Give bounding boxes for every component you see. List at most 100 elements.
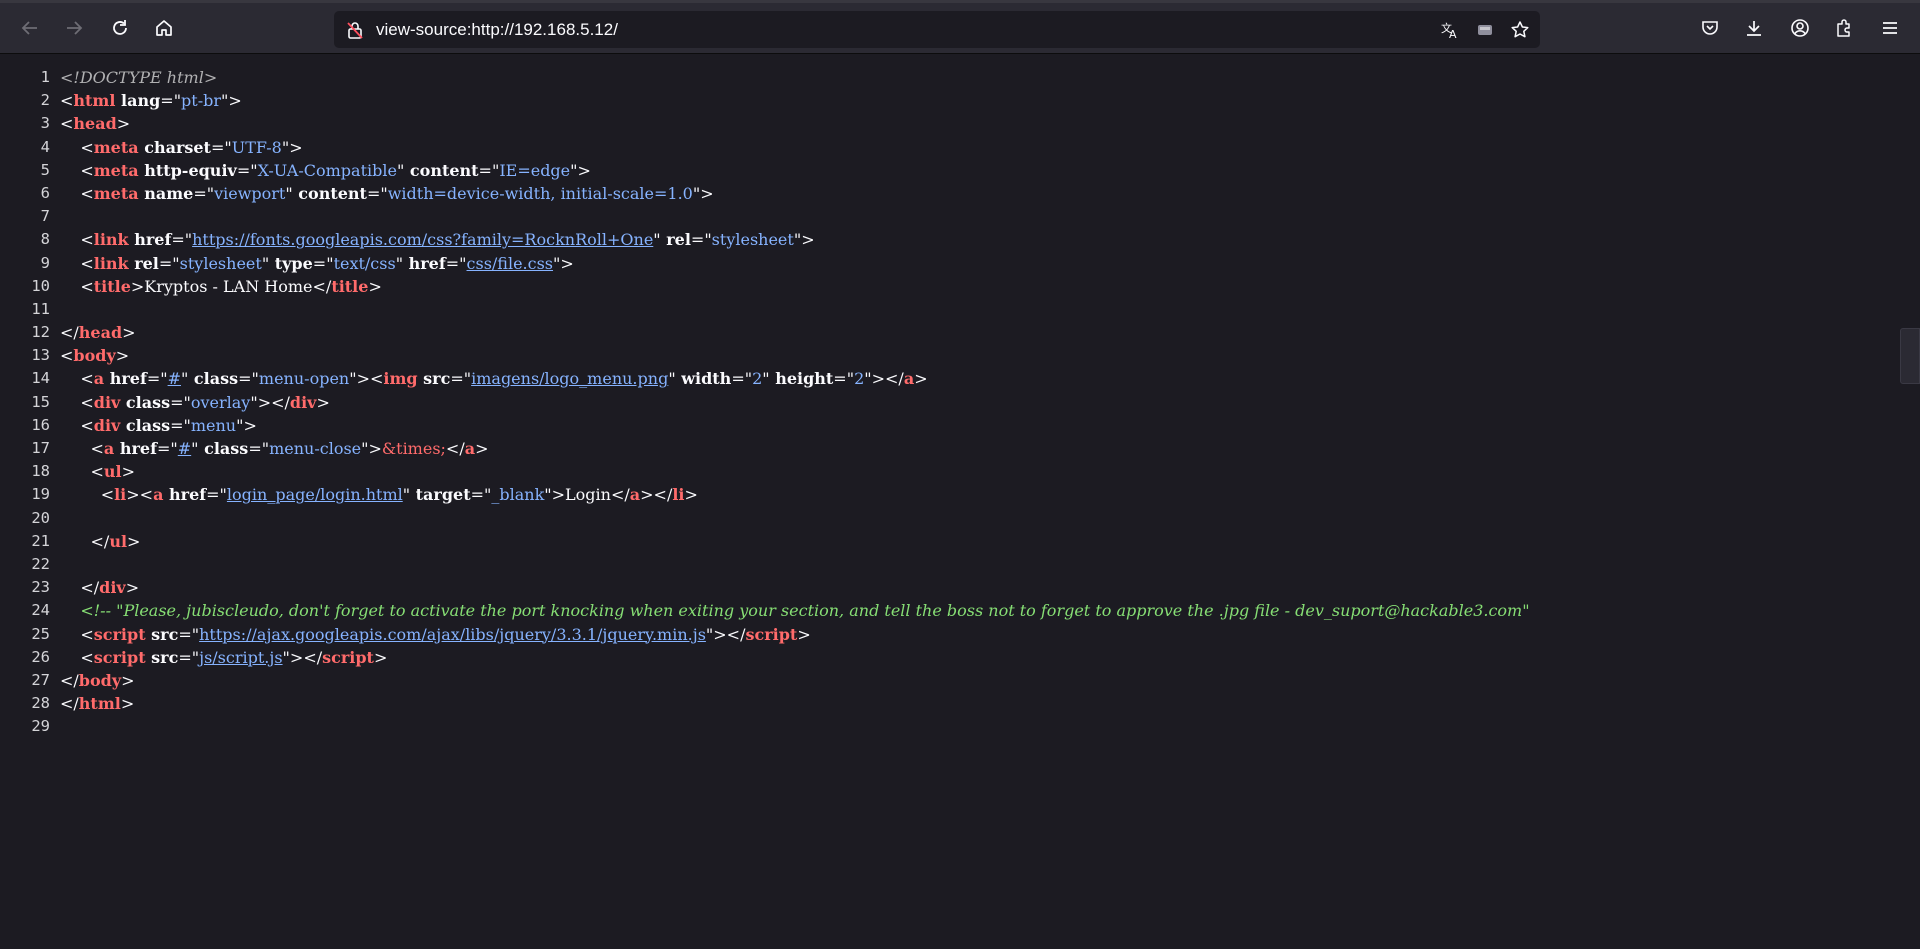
reload-button[interactable]: [104, 12, 136, 44]
translate-icon[interactable]: 文A: [1438, 18, 1462, 42]
source-code: <div class="overlay"></div>: [60, 391, 330, 414]
source-token: text/css: [333, 253, 396, 273]
line-number: 10: [31, 276, 50, 295]
source-token: =": [178, 647, 200, 667]
source-token: =": [470, 485, 492, 505]
source-token: a: [903, 369, 915, 389]
url-text[interactable]: view-source:http://192.168.5.12/: [376, 20, 618, 40]
source-token: link: [93, 253, 129, 273]
source-token: ">: [281, 137, 303, 157]
source-token: ": [285, 183, 293, 203]
source-link[interactable]: imagens/logo_menu.png: [471, 369, 668, 388]
source-token: ul: [103, 462, 122, 482]
browser-toolbar: view-source:http://192.168.5.12/ 文A: [0, 0, 1920, 54]
source-token: <: [80, 137, 94, 157]
source-token: <: [60, 114, 74, 134]
home-button[interactable]: [148, 12, 180, 44]
source-token: ": [653, 230, 661, 250]
line-number: 20: [31, 508, 50, 527]
source-token: <: [80, 183, 94, 203]
account-button[interactable]: [1784, 12, 1816, 44]
source-token: =": [160, 91, 182, 111]
pocket-button[interactable]: [1694, 12, 1726, 44]
line-number: 27: [31, 670, 50, 689]
line-number: 17: [31, 439, 50, 457]
forward-button[interactable]: [58, 12, 90, 44]
source-token: a: [103, 439, 115, 458]
source-token: http-equiv: [138, 160, 237, 180]
source-code: <!-- "Please, jubiscleudo, don't forget …: [60, 599, 1529, 622]
source-link[interactable]: #: [178, 439, 191, 458]
source-code: <meta http-equiv="X-UA-Compatible" conte…: [60, 159, 591, 182]
source-link[interactable]: https://ajax.googleapis.com/ajax/libs/jq…: [199, 625, 706, 644]
source-line: 6 <meta name="viewport" content="width=d…: [0, 182, 1920, 205]
source-token: >: [797, 624, 811, 644]
source-line: 28 </html>: [0, 692, 1920, 715]
source-token: >: [122, 323, 136, 343]
source-line: 21 </ul>: [0, 530, 1920, 553]
menu-button[interactable]: [1874, 12, 1906, 44]
source-token: [60, 648, 80, 667]
back-button[interactable]: [14, 12, 46, 44]
downloads-button[interactable]: [1738, 12, 1770, 44]
source-link[interactable]: #: [168, 369, 181, 388]
source-token: Kryptos - LAN Home: [144, 276, 313, 296]
source-token: ": [402, 485, 411, 505]
source-token: </: [610, 485, 630, 505]
scrollbar-thumb[interactable]: [1900, 328, 1920, 384]
source-token: <: [60, 346, 74, 366]
line-number: 7: [40, 207, 50, 226]
source-token: menu-open: [258, 369, 350, 389]
line-number: 28: [31, 694, 50, 713]
source-token: 2: [752, 369, 763, 389]
source-link[interactable]: css/file.css: [467, 254, 554, 273]
source-link[interactable]: https://fonts.googleapis.com/css?family=…: [192, 230, 653, 249]
source-token: >: [125, 578, 140, 598]
source-token: div: [99, 578, 126, 598]
source-code: <html lang="pt-br">: [60, 89, 242, 112]
source-token: img: [383, 369, 418, 389]
reader-icon[interactable]: [1473, 18, 1497, 42]
source-line: 27 </body>: [0, 669, 1920, 692]
source-token: pt-br: [181, 91, 222, 111]
source-line: 26 <script src="js/script.js"></script>: [0, 646, 1920, 669]
source-token: ": [668, 369, 676, 389]
source-token: [60, 138, 80, 157]
source-token: ">: [236, 415, 257, 435]
source-code: <link href="https://fonts.googleapis.com…: [60, 228, 814, 251]
source-token: overlay: [190, 392, 251, 412]
not-secure-lock-icon[interactable]: [344, 19, 366, 41]
source-token: <: [60, 91, 74, 111]
source-link[interactable]: login_page/login.html: [227, 485, 403, 504]
source-token: link: [93, 230, 129, 250]
source-token: =": [238, 369, 259, 389]
bookmark-star-icon[interactable]: [1508, 18, 1532, 42]
source-code: </div>: [60, 576, 139, 599]
source-token: <: [80, 230, 94, 250]
source-token: =": [171, 230, 193, 250]
source-token: stylesheet: [711, 230, 794, 250]
source-token: class: [198, 439, 249, 458]
source-token: =": [248, 439, 270, 458]
source-token: </: [60, 670, 79, 690]
source-token: [60, 416, 80, 435]
source-token: <: [80, 647, 94, 667]
source-link[interactable]: js/script.js: [199, 648, 282, 667]
line-number: 11: [31, 299, 50, 318]
line-number: 12: [31, 323, 50, 342]
source-token: >: [373, 647, 388, 667]
source-token: >: [316, 392, 330, 412]
source-token: =": [146, 369, 168, 389]
source-token: _blank: [491, 485, 545, 505]
source-line: 9 <link rel="stylesheet" type="text/css"…: [0, 252, 1920, 275]
source-code: <script src="js/script.js"></script>: [60, 646, 387, 669]
source-token: [60, 369, 80, 388]
url-bar[interactable]: view-source:http://192.168.5.12/ 文A: [334, 11, 1540, 48]
source-token: 2: [854, 369, 865, 389]
source-line: 10 <title>Kryptos - LAN Home</title>: [0, 275, 1920, 298]
source-token: [60, 578, 80, 597]
source-line: 12 </head>: [0, 321, 1920, 344]
extensions-button[interactable]: [1828, 12, 1860, 44]
source-line: 7: [0, 205, 1920, 228]
source-code: </body>: [60, 669, 135, 692]
